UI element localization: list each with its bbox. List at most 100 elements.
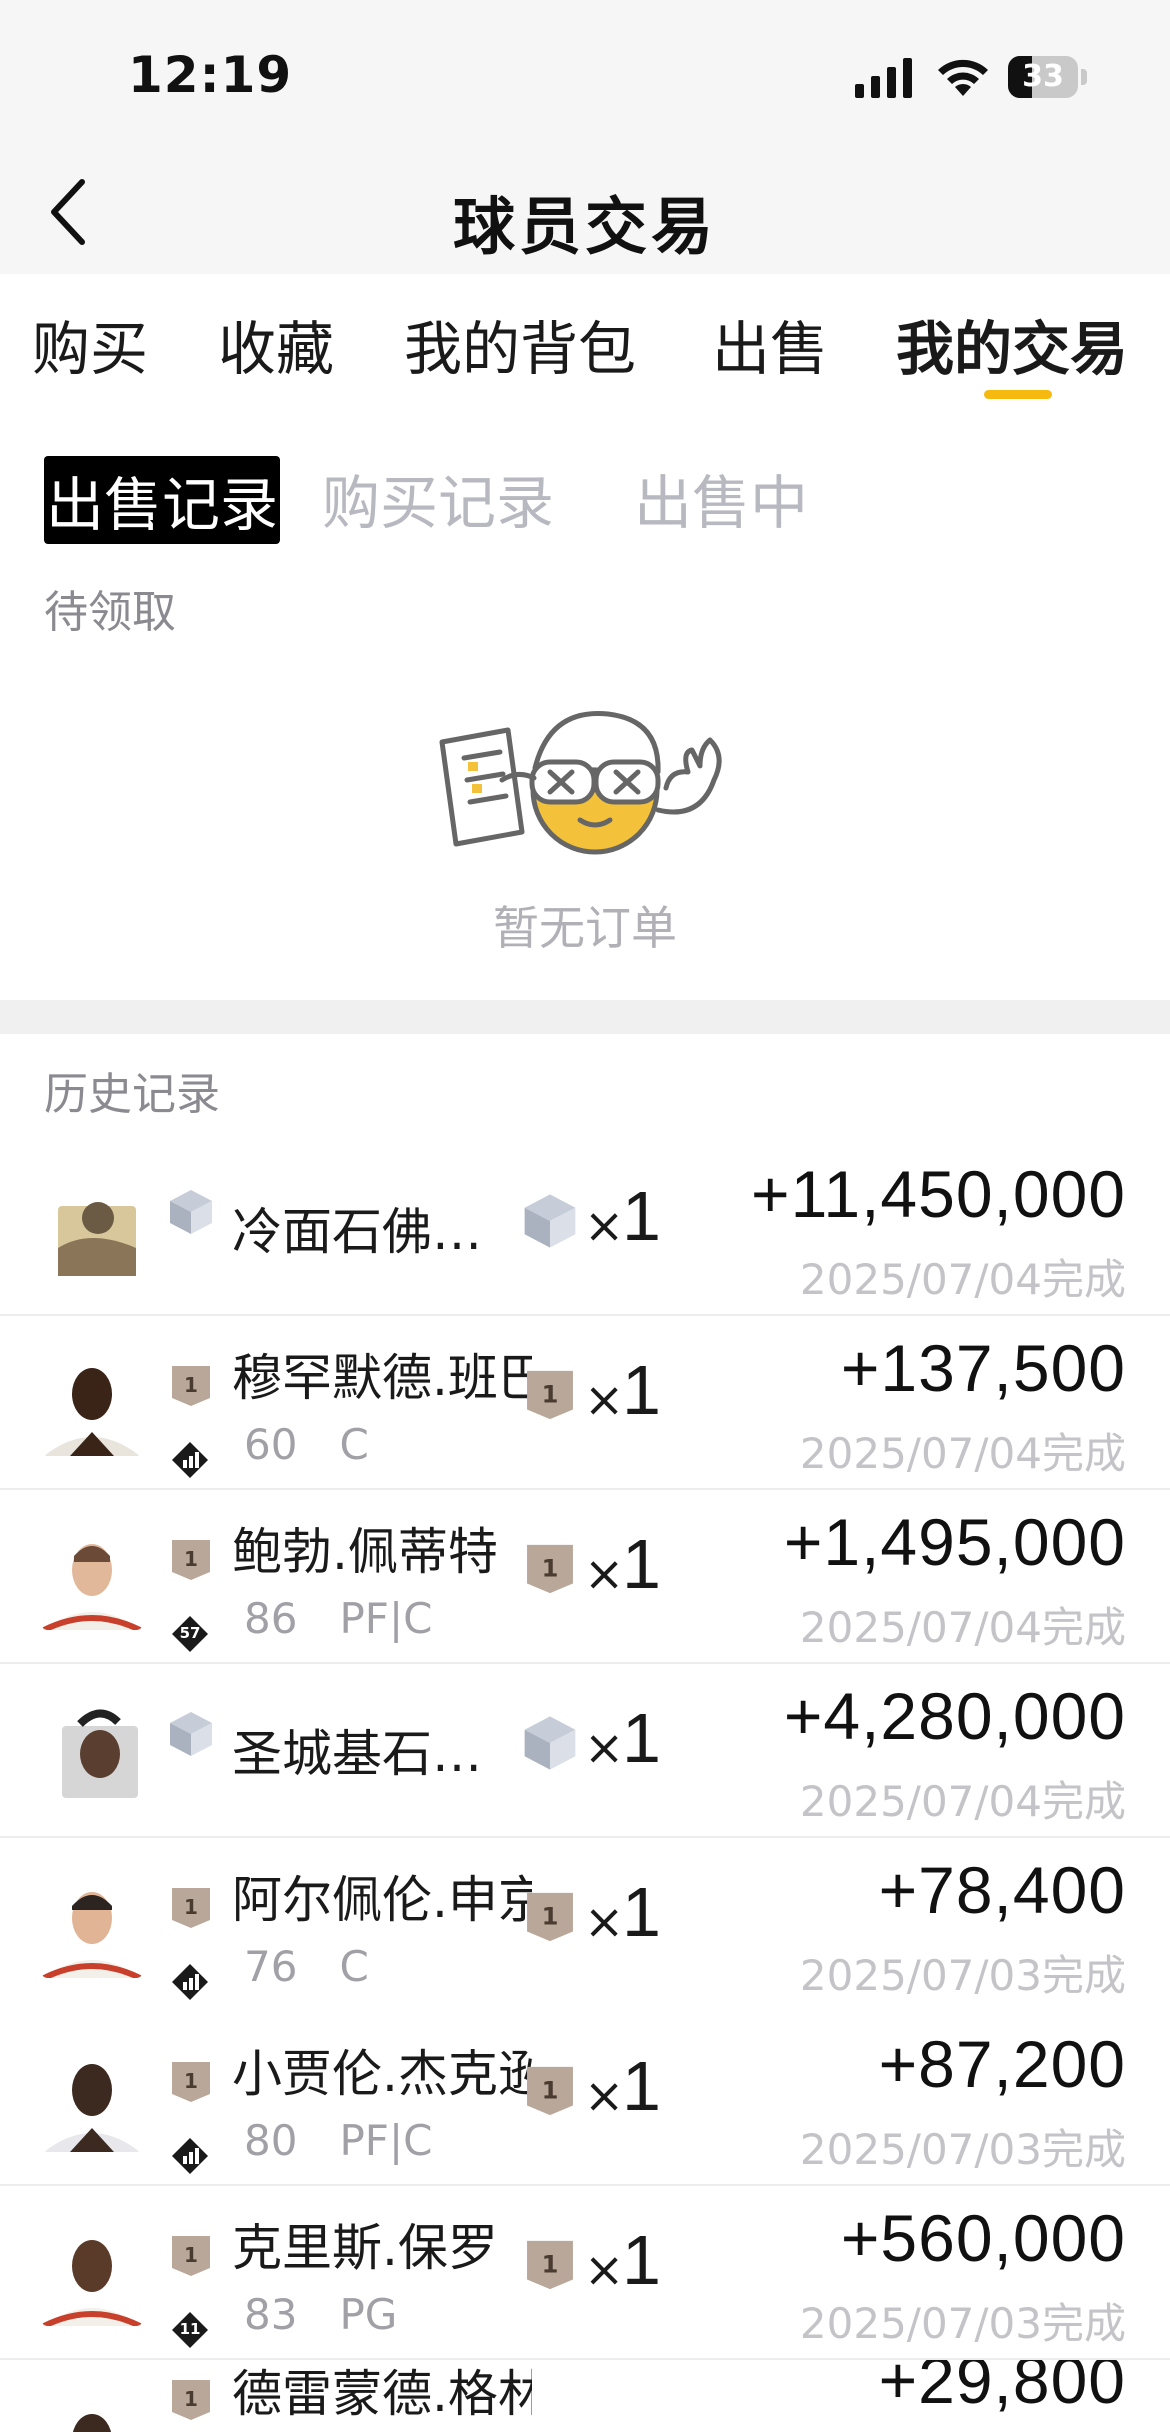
svg-text:1: 1 [184, 2069, 198, 2093]
sale-amount: +87,200 [878, 2027, 1126, 2101]
player-meta: 86 PF|C [244, 1594, 432, 1643]
player-meta: 76 C [244, 1942, 369, 1991]
rank-diamond-icon [170, 2136, 210, 2176]
player-name: 克里斯.保罗 [232, 2219, 498, 2277]
package-avatar [40, 1700, 144, 1804]
player-rating: 80 [244, 2116, 298, 2165]
empty-state-text: 暂无订单 [493, 901, 677, 955]
history-row[interactable]: 1 鲍勃.佩蒂特 57 86 PF|C 1 × 1 +1,495,000 2025… [0, 1490, 1170, 1664]
svg-text:1: 1 [184, 2387, 198, 2411]
section-divider [0, 1000, 1170, 1034]
player-name: 小贾伦.杰克逊 [232, 2045, 532, 2103]
item-name: 冷面石佛… [232, 1203, 482, 1261]
player-avatar [40, 2222, 144, 2326]
pending-label: 待领取 [44, 587, 176, 638]
quantity-value: 1 [622, 2047, 661, 2125]
card-badge-icon: 1 [527, 1370, 573, 1420]
complete-date: 2025/07/04完成 [799, 1255, 1126, 1304]
player-name: 鲍勃.佩蒂特 [232, 1523, 498, 1581]
status-bar: 12:19 33 [0, 0, 1170, 150]
player-rating: 83 [244, 2290, 298, 2339]
history-row[interactable]: 1 克里斯.保罗 11 83 PG 1 × 1 +560,000 2025/07/… [0, 2186, 1170, 2360]
status-time: 12:19 [128, 46, 293, 104]
player-position: PG [339, 2290, 398, 2339]
svg-text:1: 1 [542, 2076, 559, 2104]
battery-icon: 33 [1008, 56, 1088, 98]
complete-date: 2025/07/03完成 [799, 1951, 1126, 2000]
item-name: 圣城基石… [232, 1725, 482, 1783]
tab-sell[interactable]: 出售 [712, 302, 828, 386]
history-row[interactable]: 1 德雷蒙德.格林 +29,800 [0, 2360, 1170, 2432]
battery-level: 33 [1022, 59, 1064, 94]
player-avatar [40, 2396, 144, 2432]
svg-text:1: 1 [542, 1380, 559, 1408]
quantity-times: × [584, 1720, 625, 1776]
player-position: C [339, 1420, 369, 1469]
player-avatar [40, 1352, 144, 1456]
svg-text:1: 1 [542, 2250, 559, 2278]
tab-buy[interactable]: 购买 [32, 302, 148, 386]
package-cube-icon [170, 1712, 212, 1756]
history-row[interactable]: 冷面石佛… × 1 +11,450,000 2025/07/04完成 [0, 1142, 1170, 1316]
player-name: 阿尔佩伦.申京 [232, 1871, 532, 1929]
complete-date: 2025/07/04完成 [799, 1777, 1126, 1826]
quantity-times: × [584, 1546, 625, 1602]
player-rating: 86 [244, 1594, 298, 1643]
player-meta: 80 PF|C [244, 2116, 432, 2165]
complete-date: 2025/07/03完成 [799, 2299, 1126, 2348]
tab-favorites[interactable]: 收藏 [218, 302, 334, 386]
package-avatar [40, 1178, 144, 1282]
player-position: PF|C [339, 2116, 433, 2165]
card-badge-icon: 1 [172, 1888, 210, 1928]
subtab-buy-records[interactable]: 购买记录 [322, 456, 554, 540]
card-badge-icon: 1 [172, 2062, 210, 2102]
wifi-icon [938, 59, 988, 96]
tab-backpack[interactable]: 我的背包 [404, 302, 636, 386]
player-name: 德雷蒙德.格林 [232, 2365, 532, 2423]
package-cube-icon [524, 1194, 576, 1248]
history-row[interactable]: 圣城基石… × 1 +4,280,000 2025/07/04完成 [0, 1664, 1170, 1838]
sale-amount: +78,400 [878, 1853, 1126, 1927]
quantity-value: 1 [622, 1873, 661, 1951]
player-position: PF|C [339, 1594, 433, 1643]
rank-diamond-icon: 57 [170, 1614, 210, 1654]
nav-bar: 球员交易 [0, 150, 1170, 274]
quantity-times: × [584, 1894, 625, 1950]
card-badge-icon: 1 [172, 1366, 210, 1406]
sale-amount: +4,280,000 [783, 1679, 1126, 1753]
subtab-selling[interactable]: 出售中 [634, 456, 808, 540]
player-avatar [40, 2048, 144, 2152]
page-title: 球员交易 [452, 190, 717, 263]
player-avatar [40, 1526, 144, 1630]
sale-amount: +137,500 [840, 1331, 1126, 1405]
subtab-pointer [150, 520, 174, 534]
svg-text:1: 1 [542, 1554, 559, 1582]
player-rating: 76 [244, 1942, 298, 1991]
quantity-times: × [584, 2068, 625, 2124]
svg-text:1: 1 [184, 2243, 198, 2267]
player-rating: 60 [244, 1420, 298, 1469]
empty-state-mascot-icon [439, 710, 722, 855]
quantity-value: 1 [622, 1525, 661, 1603]
sale-amount: +11,450,000 [751, 1157, 1126, 1231]
card-badge-icon: 1 [172, 2380, 210, 2420]
tab-my-trades[interactable]: 我的交易 [896, 302, 1128, 386]
complete-date: 2025/07/04完成 [799, 1603, 1126, 1652]
sale-amount: +560,000 [840, 2201, 1126, 2275]
quantity-value: 1 [622, 2221, 661, 2299]
card-badge-icon: 1 [172, 2236, 210, 2276]
player-position: C [339, 1942, 369, 1991]
history-row[interactable]: 1 小贾伦.杰克逊 80 PF|C 1 × 1 +87,200 2025/07/0… [0, 2012, 1170, 2186]
rank-number: 11 [179, 2320, 201, 2338]
rank-diamond-icon [170, 1962, 210, 2002]
card-badge-icon: 1 [527, 2240, 573, 2290]
package-cube-icon [524, 1716, 576, 1770]
svg-text:1: 1 [184, 1547, 198, 1571]
svg-text:1: 1 [184, 1373, 198, 1397]
player-name: 穆罕默德.班巴 [232, 1349, 532, 1407]
complete-date: 2025/07/04完成 [799, 1429, 1126, 1478]
complete-date: 2025/07/03完成 [799, 2125, 1126, 2174]
svg-text:1: 1 [542, 1902, 559, 1930]
history-row[interactable]: 1 穆罕默德.班巴 60 C 1 × 1 +137,500 2025/07/04完… [0, 1316, 1170, 1490]
history-row[interactable]: 1 阿尔佩伦.申京 76 C 1 × 1 +78,400 2025/07/03完成 [0, 1838, 1170, 2012]
